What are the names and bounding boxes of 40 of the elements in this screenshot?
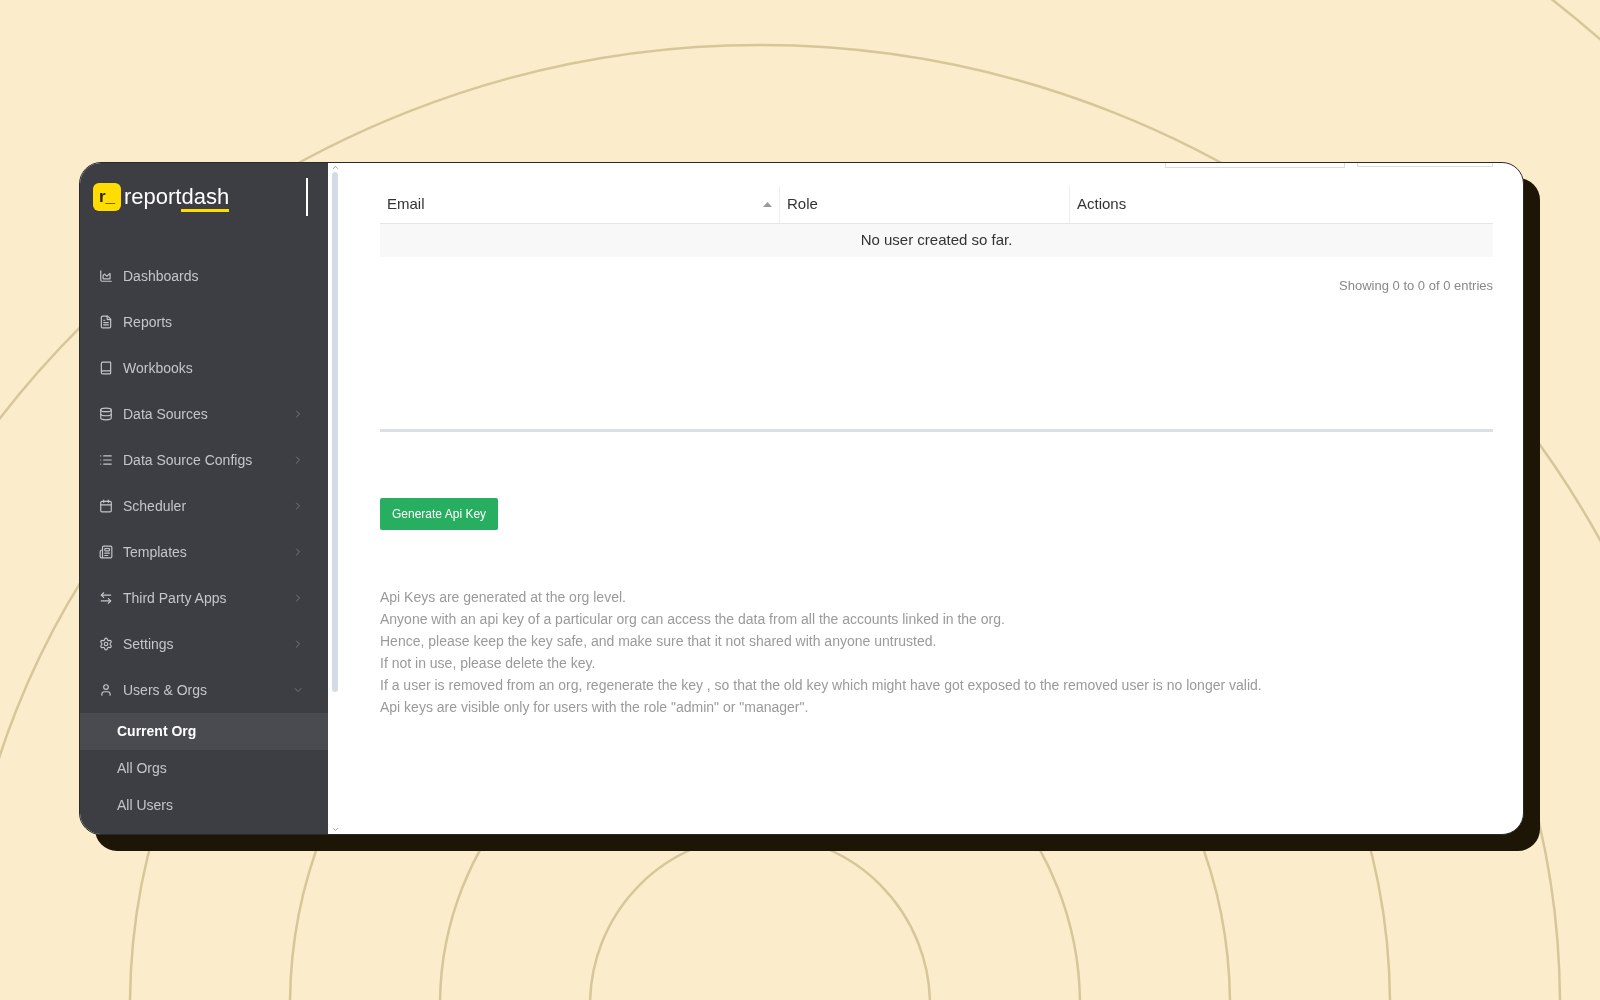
table-info: Showing 0 to 0 of 0 entries [1339,277,1493,295]
sidebar-item[interactable]: Users & Orgs [80,667,328,713]
submenu-item[interactable]: Current Org [80,713,328,750]
document-icon [99,315,113,329]
book-icon [99,361,113,375]
chart-icon [99,269,113,283]
logo-mark: r_ [93,183,121,211]
column-header[interactable]: Role [779,186,1069,223]
sidebar-item[interactable]: Settings [80,621,328,667]
sidebar-item[interactable]: Dashboards [80,253,328,299]
note-text: Api Keys are generated at the org level. [380,587,627,607]
calendar-icon [99,499,113,513]
list-icon [99,453,113,467]
note-text: Anyone with an api key of a particular org can access the data from all the accounts linked in the org. [380,609,1006,629]
sort-up-icon [763,202,772,207]
database-icon [99,407,113,421]
scrollbar-thumb[interactable] [332,172,338,692]
sidebar-item[interactable]: Reports [80,299,328,345]
user-icon [99,683,113,697]
submenu-item[interactable]: All Orgs [80,750,328,787]
note-text: Api keys are visible only for users with the role "admin" or "manager". [380,697,810,717]
scroll-up-icon[interactable] [330,163,340,172]
settings-icon [99,637,113,651]
scroll-down-icon[interactable] [330,825,340,834]
column-header[interactable]: Email [380,186,779,223]
arrows-icon [99,591,113,605]
newspaper-icon [99,545,113,559]
note-text: If a user is removed from an org, regenerate the key , so that the old key which might have got exposed to the removed user is no longer valid. [380,675,1263,695]
sidebar-item[interactable]: Data Source Configs [80,437,328,483]
table-cell: No user created so far. [380,224,1493,257]
sidebar-item[interactable]: Third Party Apps [80,575,328,621]
sidebar-item[interactable]: Scheduler [80,483,328,529]
sidebar-item[interactable]: Workbooks [80,345,328,391]
note-text: If not in use, please delete the key. [380,653,597,673]
submenu-item[interactable]: All Users [80,787,328,824]
column-header[interactable]: Actions [1069,186,1493,223]
sidebar-item[interactable]: Data Sources [80,391,328,437]
scrollbar[interactable] [330,163,340,834]
note-text: Hence, please keep the key safe, and make sure that it not shared with anyone untrusted. [380,631,938,651]
sidebar-item[interactable]: Templates [80,529,328,575]
